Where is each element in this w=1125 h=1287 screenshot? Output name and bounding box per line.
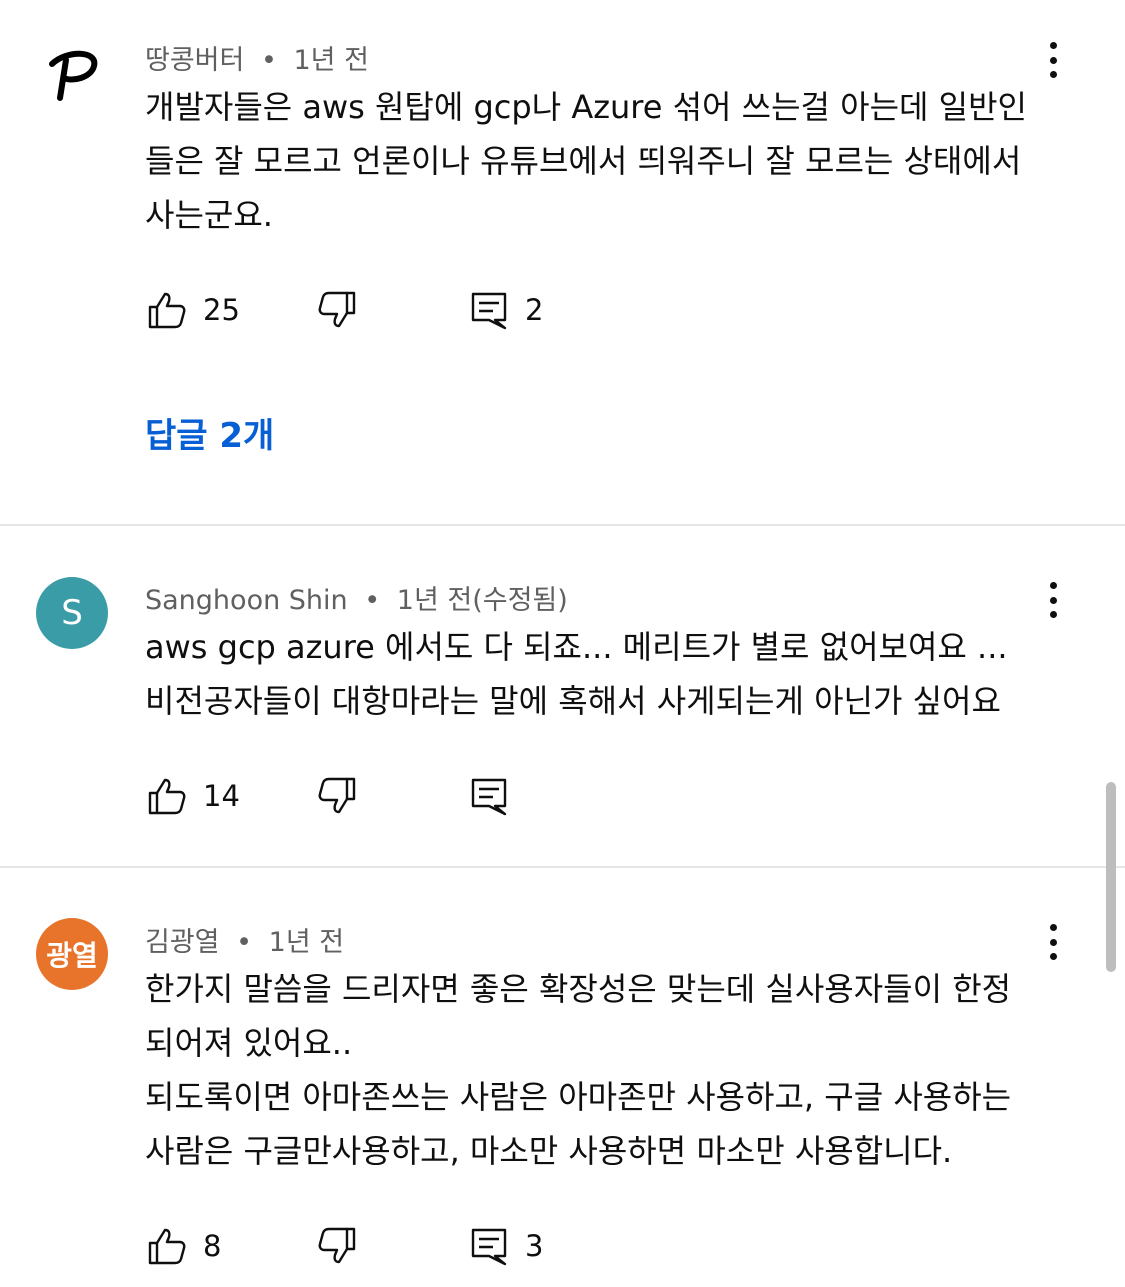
reply-count: 2 — [525, 293, 544, 327]
comment-actions: 25 2 — [145, 286, 645, 334]
divider — [0, 524, 1125, 526]
comment-text: aws gcp azure 에서도 다 되죠... 메리트가 별로 없어보여요 … — [145, 620, 1085, 728]
avatar[interactable] — [36, 38, 108, 110]
thumbs-down-icon — [318, 1227, 356, 1264]
thumbs-up-icon — [148, 1228, 186, 1265]
comment-line: aws gcp azure 에서도 다 되죠... 메리트가 별로 없어보여요 … — [145, 628, 1008, 666]
meta-separator: • — [236, 927, 253, 958]
comment-time: 1년 전(수정됨) — [396, 585, 568, 616]
comment-actions: 14 — [145, 772, 645, 820]
meta-separator: • — [364, 585, 381, 616]
reply-button[interactable]: 3 — [467, 1222, 543, 1270]
comment-meta: Sanghoon Shin • 1년 전(수정됨) — [145, 578, 568, 617]
avatar-initial: S — [61, 593, 83, 633]
view-replies-button[interactable]: 답글 2개 — [145, 408, 274, 457]
comment-meta: 김광열 • 1년 전 — [145, 920, 344, 959]
dislike-button[interactable] — [315, 772, 359, 820]
comment-text: 한가지 말씀을 드리자면 좋은 확장성은 맞는데 실사용자들이 한정 되어져 있… — [145, 962, 1085, 1178]
reply-count: 3 — [525, 1229, 544, 1263]
comment-line: 한가지 말씀을 드리자면 좋은 확장성은 맞는데 실사용자들이 한정 — [145, 970, 1012, 1008]
scrollbar[interactable] — [1106, 782, 1116, 972]
comment-line: 되도록이면 아마존쓰는 사람은 아마존만 사용하고, 구글 사용하는 — [145, 1078, 1012, 1116]
author-name[interactable]: 땅콩버터 — [145, 45, 244, 76]
like-button[interactable]: 14 — [145, 772, 240, 820]
comment-icon — [471, 292, 507, 330]
thumbs-up-icon — [148, 778, 186, 815]
like-count: 8 — [203, 1229, 222, 1263]
divider — [0, 866, 1125, 868]
comment-line: 사람은 구글만사용하고, 마소만 사용하면 마소만 사용합니다. — [145, 1132, 953, 1170]
like-button[interactable]: 8 — [145, 1222, 221, 1270]
comment-time: 1년 전 — [293, 45, 369, 76]
like-button[interactable]: 25 — [145, 286, 240, 334]
comment-icon — [471, 778, 507, 816]
like-count: 25 — [203, 293, 240, 327]
author-name[interactable]: 김광열 — [145, 927, 220, 958]
dislike-button[interactable] — [315, 1222, 359, 1270]
comment-line: 되어져 있어요.. — [145, 1024, 353, 1062]
thumbs-down-icon — [318, 777, 356, 814]
more-vert-icon[interactable] — [1036, 576, 1070, 624]
comment-time: 1년 전 — [268, 927, 345, 958]
more-vert-icon[interactable] — [1036, 918, 1070, 966]
p-logo-icon — [49, 50, 98, 101]
comment-line: 개발자들은 aws 원탑에 gcp나 Azure 섞어 쓰는걸 아는데 일반인 — [145, 88, 1027, 126]
more-vert-icon[interactable] — [1036, 36, 1070, 84]
meta-separator: • — [260, 45, 277, 76]
dislike-button[interactable] — [315, 286, 359, 334]
avatar[interactable]: 광열 — [36, 918, 108, 990]
comment-line: 비전공자들이 대항마라는 말에 혹해서 사게되는게 아닌가 싶어요 — [145, 682, 1001, 720]
comment-text: 개발자들은 aws 원탑에 gcp나 Azure 섞어 쓰는걸 아는데 일반인 … — [145, 80, 1085, 242]
comment-line: 사는군요. — [145, 196, 273, 234]
like-count: 14 — [203, 779, 240, 813]
comment-meta: 땅콩버터 • 1년 전 — [145, 38, 369, 77]
avatar[interactable]: S — [36, 577, 108, 649]
author-name[interactable]: Sanghoon Shin — [145, 585, 348, 616]
avatar-initial: 광열 — [46, 939, 98, 972]
comment-line: 들은 잘 모르고 언론이나 유튜브에서 띄워주니 잘 모르는 상태에서 — [145, 142, 1022, 180]
thumbs-down-icon — [318, 291, 356, 328]
comment-actions: 8 3 — [145, 1222, 645, 1270]
reply-button[interactable] — [467, 772, 511, 820]
thumbs-up-icon — [148, 292, 186, 329]
comment-icon — [471, 1228, 507, 1266]
reply-button[interactable]: 2 — [467, 286, 543, 334]
